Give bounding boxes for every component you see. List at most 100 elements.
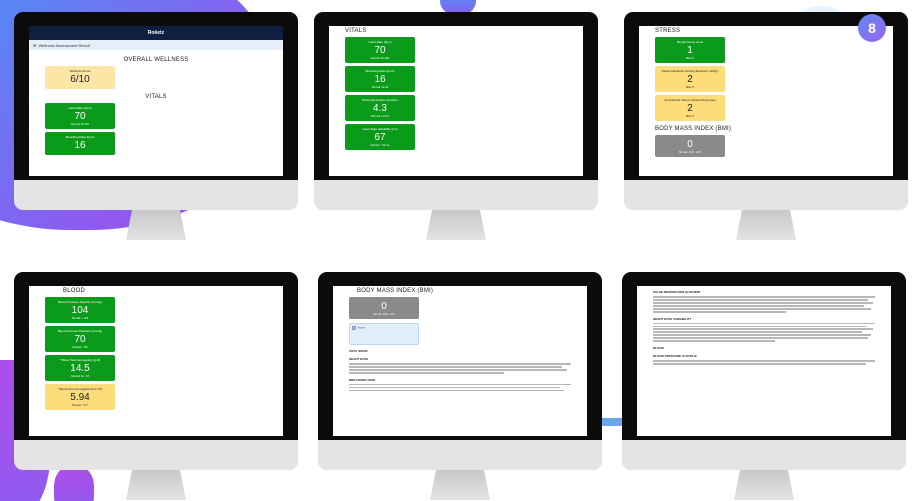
card-label: Breathing Rate (bpm) [65,135,95,139]
heart-rate-card: Heart Rate (bpm) 70 Normal: 60-100 [45,103,115,129]
paragraph-line [653,325,867,328]
paragraph-line [653,301,873,304]
paragraph-line [653,337,869,340]
card-value: 5.94 [70,392,90,403]
monitor-stand [426,210,486,240]
card-range: Normal: 4.0-5.0 [371,115,389,118]
paragraph-line [653,298,869,301]
monitor-chin [318,440,602,470]
card-range: Max: 5 [686,86,694,89]
mental-stress-card: Mental Stress Level 1 Max: 5 [655,37,725,63]
card-value: 0 [687,139,693,150]
paragraph-line [653,331,862,334]
card-range: Normal: < 80 [72,346,88,349]
step-badge: 8 [858,14,886,42]
card-range: Normal: 18.5 - 24.9 [372,313,396,316]
card-label: Sympathetic Stress (Stress Response) [664,98,716,102]
subhead-heart-rate: HEART RATE [349,357,369,361]
card-range: Normal: 60-100 [71,123,89,126]
paragraph-line [653,304,864,307]
paragraph-line [349,386,560,389]
card-value: 16 [374,74,386,85]
paragraph-line [349,389,565,392]
monitor-screen: PULSE-RESPIRATION QUOTIENT HEART RATE VA… [637,286,891,436]
report-title: Wellness Assessment Result [38,42,90,48]
card-range: Normal: 18.5 - 24.9 [678,151,702,154]
app-title: Roketz [147,30,165,36]
paragraph-line [349,365,563,368]
card-label: Mental Stress Level [676,40,704,44]
breathing-rate-card: Breathing Rate (bpm) 16 [45,132,115,155]
card-value: 1 [687,45,693,56]
card-value: 4.3 [373,103,387,114]
bp-diastolic-card: Blood Pressure Diastolic (mmHg) 70 Norma… [45,326,115,352]
info-icon [352,326,356,330]
section-bmi: BODY MASS INDEX (BMI) [655,126,732,132]
monitor-screen: BODY MASS INDEX (BMI) 0 Normal: 18.5 - 2… [333,286,587,436]
paragraph-line [653,363,867,365]
monitor-screen: Roketz ☰ Wellness Assessment Result OVER… [29,26,283,176]
card-value: 2 [687,74,693,85]
card-range: Normal: < 120 [71,317,89,320]
section-vitals: VITALS [145,94,167,100]
card-range: Max: 5 [686,57,694,60]
card-label: Blood Pressure Systolic (mmHg) [58,300,102,304]
card-value: 70 [374,45,386,56]
card-range: Max: 5 [686,115,694,118]
card-label: Breathing Rate (bpm) [365,69,395,73]
card-label: * Blood Test Hemoglobin (g/dl) [59,358,101,362]
monitor-stand [430,470,490,500]
card-value: 14.5 [70,363,90,374]
bmi-card: 0 Normal: 18.5 - 24.9 [655,135,725,157]
section-blood: BLOOD [653,346,664,351]
showcase-canvas: Roketz ☰ Wellness Assessment Result OVER… [0,0,913,501]
paragraph-line [653,360,875,362]
paragraph-line [653,307,871,310]
app-header: Roketz [29,26,283,40]
heart-rate-variability-card: Heart Rate Variability (ms) 67 Normal: >… [345,124,415,150]
monitor-stand [126,470,186,500]
card-value: 6/10 [70,74,90,85]
monitor-screen: STRESS Mental Stress Level 1 Max: 5 Para… [639,26,893,176]
hemoglobin-card: * Blood Test Hemoglobin (g/dl) 14.5 Norm… [45,355,115,381]
subhead-hrv: HEART RATE VARIABILITY [653,316,692,321]
section-blood: BLOOD [63,288,86,294]
section-stress: STRESS [655,28,681,34]
paragraph-line [653,322,875,325]
card-value: 70 [74,334,86,345]
card-range: Normal: > 50 ms [370,144,390,147]
sympathetic-stress-card: Sympathetic Stress (Stress Response) 2 M… [655,95,725,121]
hemoglobin-a1c-card: * Blood Test Hemoglobin A1C (%) 5.94 Nor… [45,384,115,410]
paragraph-line [653,334,871,337]
monitor-6: PULSE-RESPIRATION QUOTIENT HEART RATE VA… [622,272,906,500]
card-label: Wellness Score [69,69,91,73]
monitor-5: BODY MASS INDEX (BMI) 0 Normal: 18.5 - 2… [318,272,602,500]
heart-rate-card: Heart Rate (bpm) 70 Normal: 60-100 [345,37,415,63]
notice-box: Notice [349,323,419,345]
card-label: Blood Pressure Diastolic (mmHg) [57,329,103,333]
subhead-bp: BLOOD PRESSURE SYSTOLIC [653,354,697,359]
card-range: Normal: < 5.7 [72,404,88,407]
paragraph-line [653,328,873,331]
monitor-2: VITALS Heart Rate (bpm) 70 Normal: 60-10… [314,12,598,240]
card-value: 70 [74,111,86,122]
document-text: PULSE-RESPIRATION QUOTIENT HEART RATE VA… [637,290,891,365]
paragraph-line [349,363,571,365]
card-range: Normal: 12-20 [371,86,389,89]
card-value: 16 [74,140,86,151]
paragraph-line [349,368,567,371]
card-range: Normal: 12 - 18 [71,375,89,378]
info-line [29,50,283,52]
monitor-stand [734,470,794,500]
card-value: 0 [381,301,387,312]
card-range: Normal: 60-100 [371,57,389,60]
subhead-breathing-rate: BREATHING RATE [349,377,376,382]
wellness-score-card: Wellness Score 6/10 [45,66,115,89]
card-label: * Blood Test Hemoglobin A1C (%) [57,387,103,391]
monitor-1: Roketz ☰ Wellness Assessment Result OVER… [14,12,298,240]
monitor-stand [736,210,796,240]
monitor-stand [126,210,186,240]
paragraph-line [349,383,571,386]
section-vital-signs: VITAL SIGNS [349,349,368,353]
vital-signs-text: VITAL SIGNS HEART RATE BREATHING RATE [333,349,587,392]
